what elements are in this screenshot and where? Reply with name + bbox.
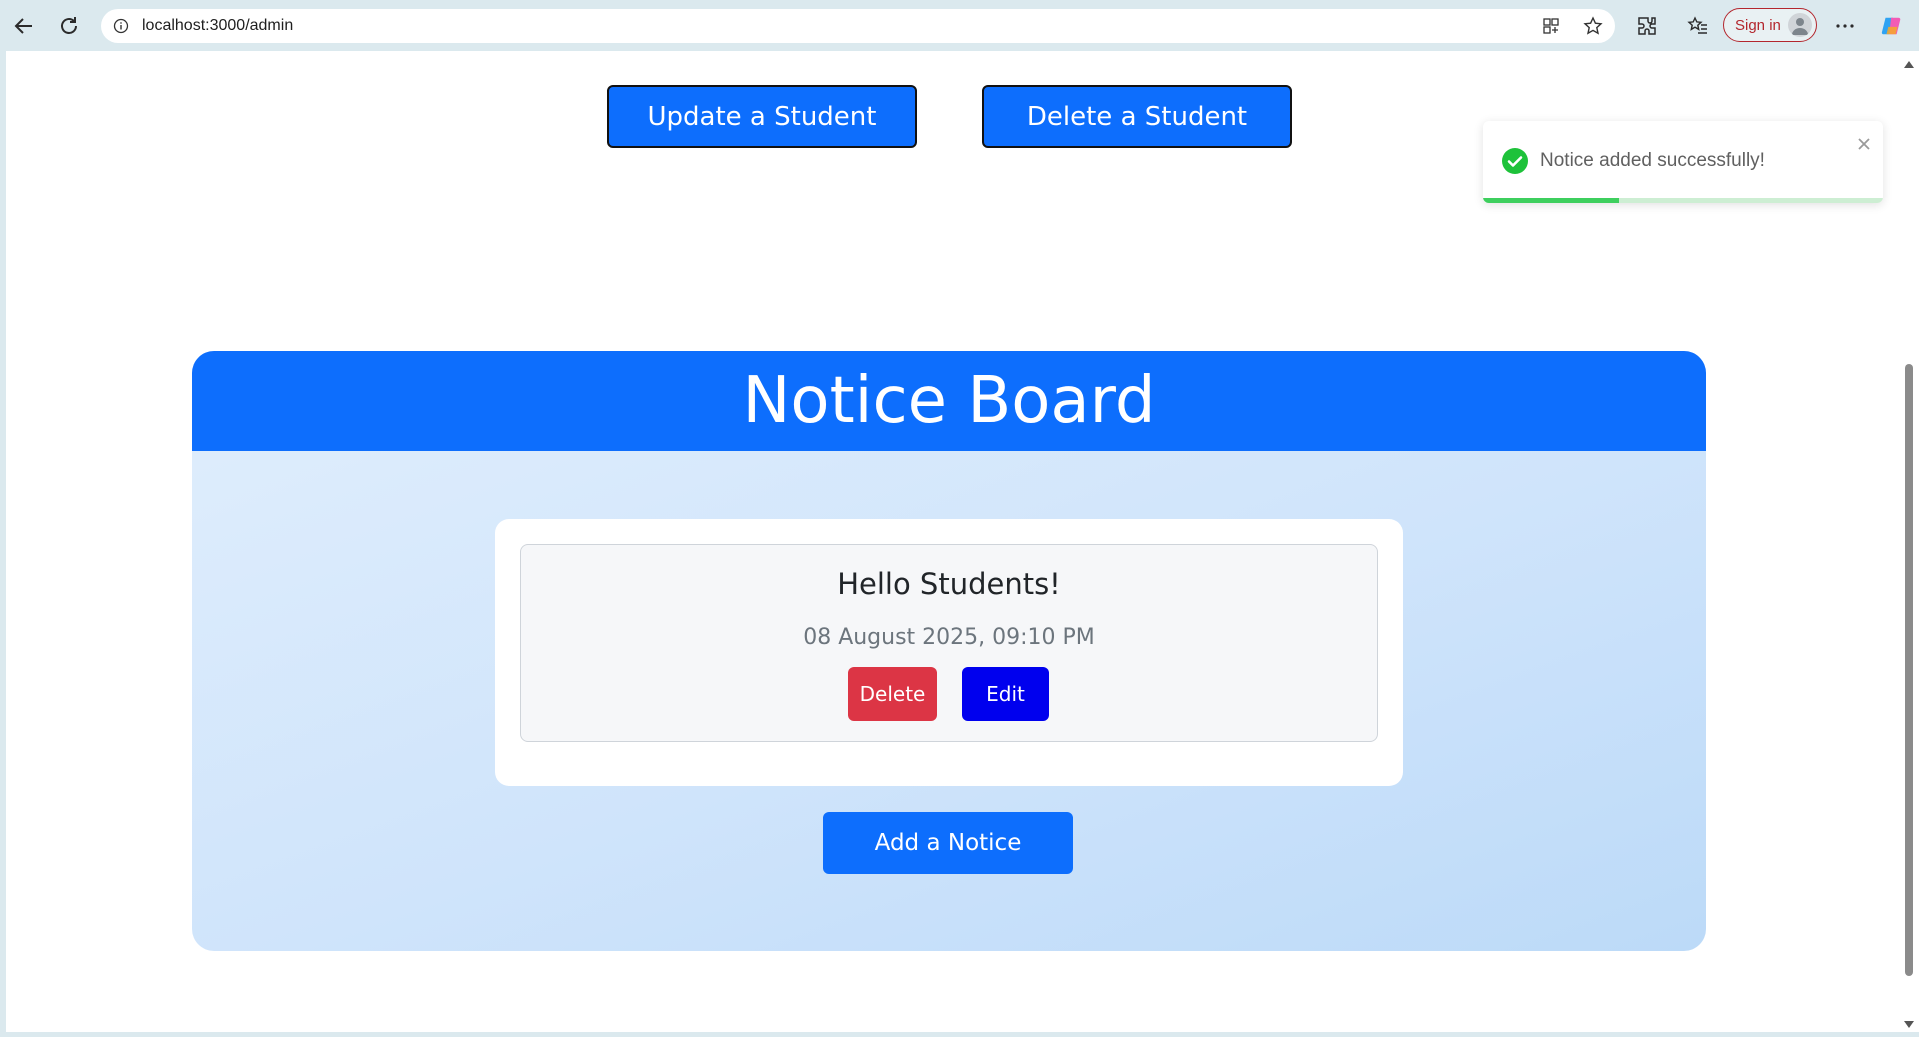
info-icon[interactable] [112,17,130,35]
notice-date: 08 August 2025, 09:10 PM [803,625,1095,650]
notice-list: Hello Students! 08 August 2025, 09:10 PM… [495,519,1403,786]
edit-notice-button[interactable]: Edit [962,667,1049,721]
favorite-star-icon[interactable] [1583,16,1603,36]
toast-progress-track [1483,198,1883,203]
page-scrollbar[interactable] [1899,51,1919,1032]
address-bar[interactable]: localhost:3000/admin [101,9,1615,43]
scroll-up-icon[interactable] [1904,61,1914,68]
back-icon[interactable] [10,12,38,40]
toast-message: Notice added successfully! [1540,150,1765,171]
url-text[interactable]: localhost:3000/admin [142,17,293,35]
apps-icon[interactable] [1541,16,1561,36]
notice-board-title: Notice Board [192,351,1706,451]
favorites-list-icon[interactable] [1686,14,1710,38]
extensions-icon[interactable] [1635,14,1659,38]
scrollbar-thumb[interactable] [1905,364,1913,976]
delete-student-button[interactable]: Delete a Student [982,85,1292,148]
scroll-down-icon[interactable] [1904,1021,1914,1028]
more-options-icon[interactable] [1833,14,1857,38]
toast-progress-bar [1483,198,1619,203]
browser-toolbar: localhost:3000/admin Sign in [0,0,1919,51]
close-icon[interactable] [1857,137,1871,151]
sign-in-label: Sign in [1735,16,1781,34]
copilot-icon[interactable] [1880,14,1904,38]
notice-board: Notice Board Hello Students! 08 August 2… [192,351,1706,951]
success-check-icon [1502,148,1528,174]
success-toast: Notice added successfully! [1483,121,1883,203]
page-viewport: Update a Student Delete a Student Notice… [6,51,1899,1032]
avatar-icon [1788,13,1812,37]
reload-icon[interactable] [55,12,83,40]
sign-in-button[interactable]: Sign in [1723,8,1817,42]
delete-notice-button[interactable]: Delete [848,667,937,721]
notice-title: Hello Students! [837,567,1061,601]
update-student-button[interactable]: Update a Student [607,85,917,148]
notice-item: Hello Students! 08 August 2025, 09:10 PM… [520,544,1378,742]
add-notice-button[interactable]: Add a Notice [823,812,1073,874]
